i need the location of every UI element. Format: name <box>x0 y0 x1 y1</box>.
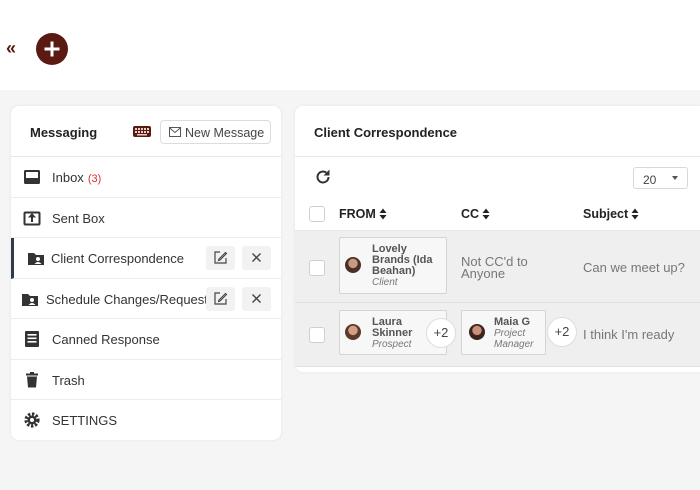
sidebar-item-label: Trash <box>52 372 85 388</box>
column-header-label: CC <box>461 207 480 221</box>
page-size-select[interactable]: 20 <box>633 167 688 189</box>
delete-folder-button[interactable] <box>242 246 271 270</box>
panel-header: Client Correspondence <box>295 106 700 157</box>
sender-chip[interactable]: Lovely Brands (Ida Beahan) Client <box>339 237 447 294</box>
sender-role: Prospect <box>372 339 412 350</box>
avatar <box>345 324 361 340</box>
sidebar-item-inbox[interactable]: Inbox (3) <box>11 157 281 198</box>
sidebar-item-client-correspondence[interactable]: Client Correspondence <box>11 238 281 279</box>
cc-chip[interactable]: Maia G Project Manager <box>461 310 546 355</box>
avatar <box>345 257 361 273</box>
sort-icon <box>482 208 490 220</box>
edit-icon <box>214 291 228 305</box>
sidebar-title: Messaging <box>30 125 98 140</box>
close-icon <box>252 293 261 303</box>
table-row[interactable]: Laura Skinner Prospect +2 Maia G Project… <box>295 303 700 367</box>
row-checkbox[interactable] <box>309 327 325 343</box>
column-header-label: Subject <box>583 207 629 221</box>
subject-text: Can we meet up? <box>583 260 685 275</box>
sidebar-item-label: Schedule Changes/Requests <box>46 291 206 307</box>
delete-folder-button[interactable] <box>242 286 271 311</box>
chevron-down-icon <box>672 176 678 180</box>
column-header-from[interactable]: FROM <box>339 207 387 221</box>
collapse-sidebar-button[interactable]: « <box>6 38 16 58</box>
edit-folder-button[interactable] <box>206 246 235 270</box>
new-message-label: New Message <box>185 126 265 140</box>
sidebar-header: Messaging New Message <box>11 106 281 157</box>
edit-folder-button[interactable] <box>206 286 235 311</box>
sent-box-icon <box>23 211 41 225</box>
sender-name: Lovely Brands (Ida Beahan) <box>372 243 433 277</box>
inbox-icon <box>24 170 40 184</box>
sidebar-item-label: Client Correspondence <box>51 251 184 266</box>
close-icon <box>252 253 261 262</box>
more-recipients-badge[interactable]: +2 <box>426 318 456 348</box>
panel-title: Client Correspondence <box>314 125 458 140</box>
sender-name: Laura Skinner <box>372 316 413 339</box>
folder-user-icon <box>22 293 38 306</box>
refresh-icon[interactable] <box>314 168 332 186</box>
sender-role: Client <box>372 277 398 288</box>
column-header-label: FROM <box>339 207 376 221</box>
column-header-subject[interactable]: Subject <box>583 207 639 221</box>
canned-response-icon <box>25 331 39 347</box>
page-size-value: 20 <box>643 173 657 187</box>
sidebar-item-label: Canned Response <box>52 332 160 347</box>
cc-name: Maia G <box>494 316 531 328</box>
sender-chip[interactable]: Laura Skinner Prospect +2 <box>339 310 456 355</box>
avatar <box>469 324 485 340</box>
gear-icon <box>24 412 40 428</box>
row-checkbox[interactable] <box>309 260 325 276</box>
table-row[interactable]: Lovely Brands (Ida Beahan) Client Not CC… <box>295 231 700 303</box>
sidebar-item-schedule-changes[interactable]: Schedule Changes/Requests <box>11 279 281 319</box>
keyboard-icon[interactable] <box>133 126 151 137</box>
column-header-cc[interactable]: CC <box>461 207 490 221</box>
plus-icon <box>44 41 60 57</box>
envelope-icon <box>169 127 181 137</box>
sidebar-item-canned-response[interactable]: Canned Response <box>11 319 281 360</box>
folder-user-icon <box>28 253 44 265</box>
inbox-unread-badge: (3) <box>87 173 102 185</box>
sidebar-item-label: SETTINGS <box>52 413 118 428</box>
sidebar-item-settings[interactable]: SETTINGS <box>11 400 281 440</box>
subject-text: I think I'm ready <box>583 327 675 342</box>
sidebar-item-label: Inbox <box>52 170 84 185</box>
sidebar-item-trash[interactable]: Trash <box>11 360 281 400</box>
sidebar-item-sent-box[interactable]: Sent Box <box>11 198 281 238</box>
messages-panel: Client Correspondence 20 FROM CC Subject… <box>295 106 700 372</box>
new-message-button[interactable]: New Message <box>160 120 271 144</box>
cc-role: Project Manager <box>494 328 534 350</box>
cc-empty-text: Not CC'd to Anyone <box>461 254 528 281</box>
messaging-sidebar: Messaging New Message Inbox (3) Sent Box… <box>11 106 281 440</box>
sidebar-item-label: Sent Box <box>52 210 105 226</box>
sort-icon <box>379 208 387 220</box>
messages-toolbar: 20 <box>295 157 700 197</box>
sort-icon <box>631 208 639 220</box>
more-cc-badge[interactable]: +2 <box>547 317 577 347</box>
select-all-checkbox[interactable] <box>309 206 325 222</box>
edit-icon <box>214 251 228 264</box>
table-header: FROM CC Subject <box>295 197 700 231</box>
add-button[interactable] <box>36 33 68 65</box>
trash-icon <box>26 371 38 387</box>
top-bar: « <box>0 0 700 90</box>
